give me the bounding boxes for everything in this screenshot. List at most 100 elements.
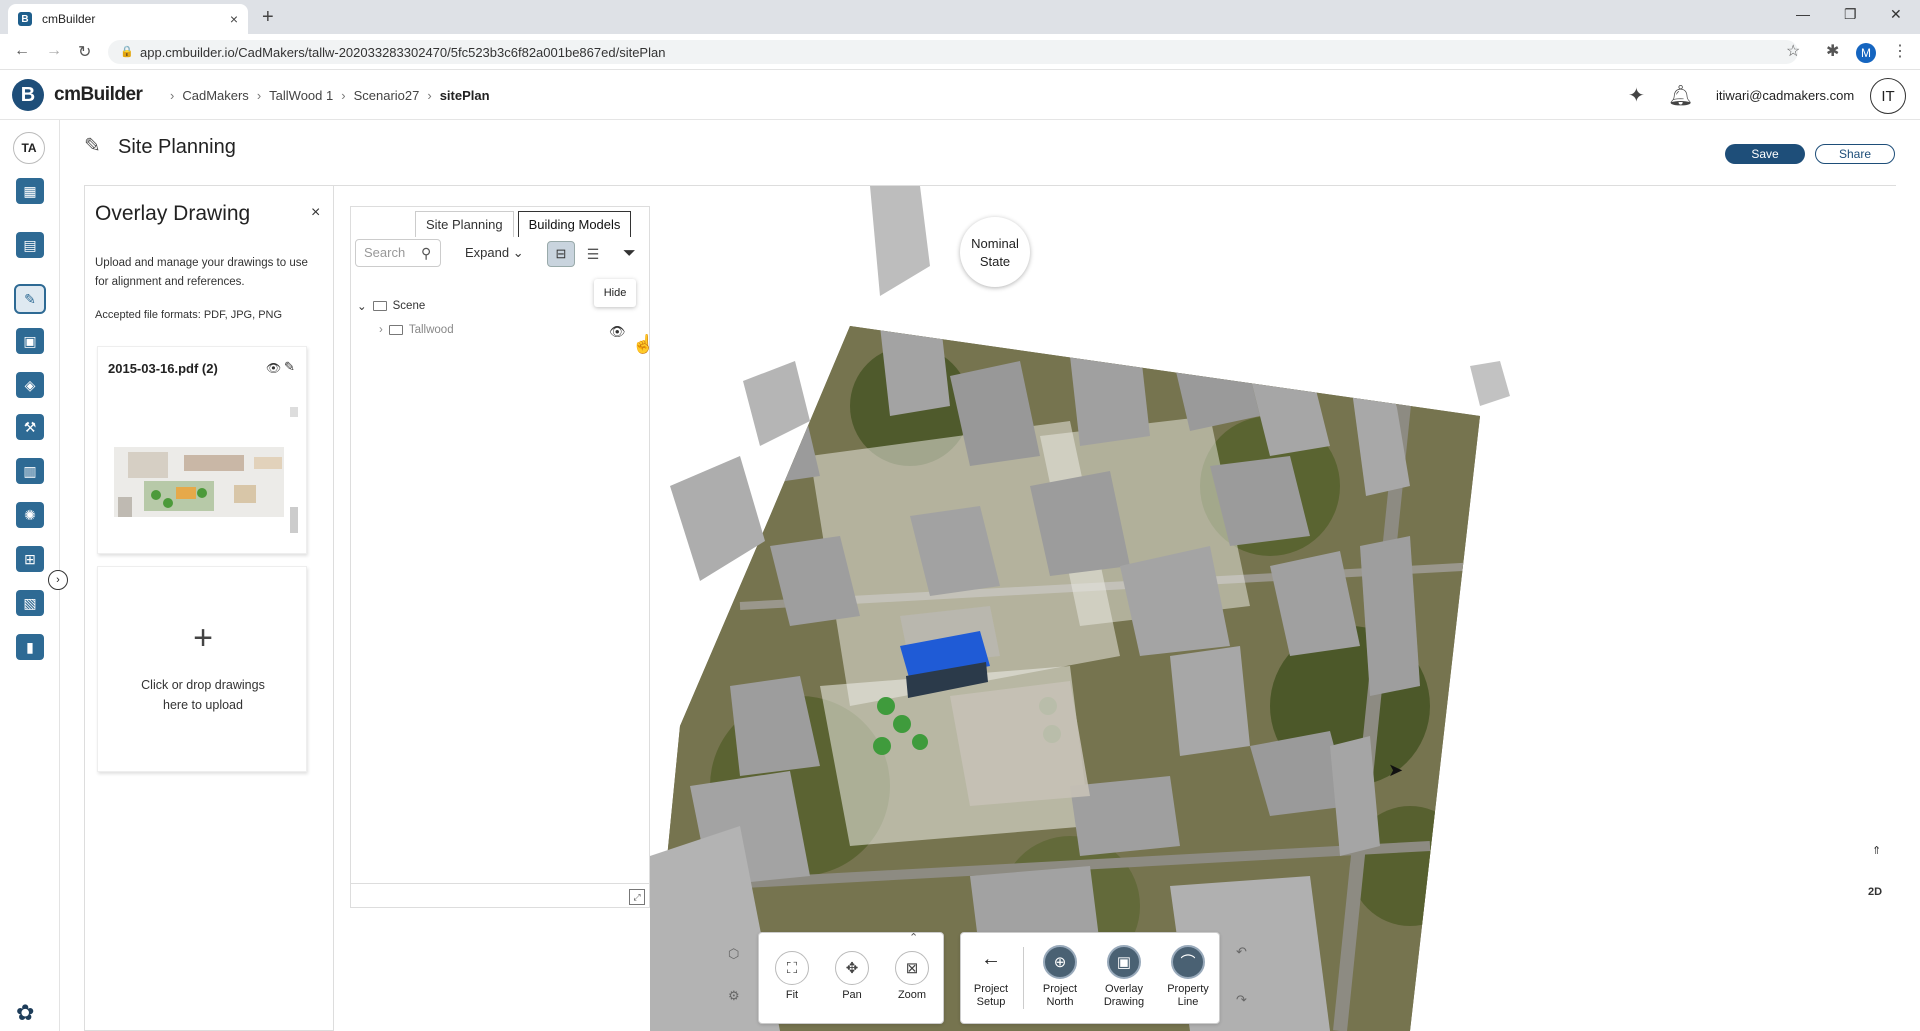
tools-icon[interactable]: ⚒ [16, 414, 44, 440]
collapse-up-icon[interactable]: ⌃ [909, 931, 918, 944]
hand-cursor-icon: ☝ [632, 334, 655, 354]
3d-cube-icon[interactable]: ⬡ [728, 946, 739, 962]
filter-icon[interactable]: ⏷ [623, 245, 636, 263]
window-close-icon[interactable]: ✕ [1890, 6, 1902, 23]
nominal-line1: Nominal [971, 236, 1019, 251]
north-compass-icon[interactable]: ⇑ [1872, 844, 1881, 857]
upload-instructions: Click or drop drawings here to upload [98, 675, 308, 715]
breadcrumb-separator-icon: › [341, 88, 346, 103]
collapse-chevron-icon[interactable]: ⌄ [357, 299, 367, 313]
project-north-button[interactable]: ⊕ Project North [1031, 945, 1089, 1009]
panel-footer-divider [351, 883, 649, 884]
upload-text-line2: here to upload [163, 698, 243, 712]
back-icon[interactable]: ← [14, 42, 30, 60]
overlay-drawing-panel: Overlay Drawing × Upload and manage your… [84, 186, 334, 1031]
upload-plus-icon: + [193, 619, 213, 657]
reports-icon[interactable]: ▧ [16, 590, 44, 616]
tree-label: Tallwood [408, 324, 454, 336]
upload-dropzone[interactable]: + Click or drop drawings here to upload [97, 566, 307, 772]
site-planning-icon[interactable]: ✎ [14, 284, 46, 314]
lock-icon: 🔒 [120, 46, 134, 58]
expand-dropdown[interactable]: Expand ⌄ [465, 245, 524, 261]
folder-icon [388, 325, 403, 335]
announcements-icon[interactable]: ✦ [1628, 83, 1645, 108]
redo-icon[interactable]: ↷ [1236, 992, 1247, 1008]
edit-pencil-icon[interactable]: ✎ [284, 359, 295, 375]
aerial-site-map[interactable] [650, 186, 1896, 1031]
tree-view-icon[interactable]: ⊟ [547, 241, 575, 267]
tool-label-line1: Overlay [1105, 983, 1143, 995]
accepted-formats: Accepted file formats: PDF, JPG, PNG [95, 309, 283, 321]
cmbuilder-favicon-icon: B [18, 12, 32, 26]
extensions-icon[interactable]: ✱ [1826, 41, 1839, 61]
layers-icon[interactable]: ◈ [16, 372, 44, 398]
rail-expand-icon[interactable]: › [48, 570, 68, 590]
breadcrumb-item[interactable]: TallWood 1 [269, 88, 333, 103]
new-tab-button[interactable]: + [262, 6, 274, 29]
save-button[interactable]: Save [1725, 144, 1805, 164]
close-panel-icon[interactable]: × [311, 204, 320, 222]
documents-icon[interactable]: ▥ [16, 458, 44, 484]
panel-description: Upload and manage your drawings to use f… [95, 257, 308, 288]
expand-chevron-icon[interactable]: › [379, 324, 383, 336]
project-tool-group: ← Project Setup ⊕ Project North ▣ Overla… [960, 932, 1220, 1024]
files-icon[interactable]: ▮ [16, 634, 44, 660]
tab-building-models[interactable]: Building Models [517, 211, 632, 237]
fit-tool[interactable]: ⛶ Fit [767, 951, 817, 1002]
cmbuilder-logo-icon[interactable]: B [12, 79, 44, 111]
overlay-drawing-button[interactable]: ▣ Overlay Drawing [1095, 945, 1153, 1009]
url-field[interactable]: 🔒 app.cmbuilder.io/CadMakers/tallw-20203… [108, 40, 1798, 64]
browser-profile-avatar[interactable]: M [1856, 43, 1876, 63]
visibility-eye-icon[interactable]: 👁︎ [609, 324, 626, 340]
dashboard-icon[interactable]: ▤ [16, 232, 44, 258]
tab-close-icon[interactable]: × [230, 11, 238, 27]
undo-icon[interactable]: ↶ [1236, 944, 1247, 960]
pan-icon: ✥ [835, 951, 869, 985]
forward-icon[interactable]: → [46, 42, 62, 60]
tree-node-tallwood[interactable]: › Tallwood [379, 324, 454, 336]
nominal-line2: State [979, 254, 1011, 269]
restore-icon[interactable]: ❐ [1844, 6, 1857, 23]
apps-grid-icon[interactable]: ✿ [16, 1000, 34, 1026]
overlay-icon: ▣ [1107, 945, 1141, 979]
pan-tool[interactable]: ✥ Pan [827, 951, 877, 1002]
user-email[interactable]: itiwari@cadmakers.com [1716, 88, 1854, 103]
view-mode-toggle[interactable]: 2D [1868, 886, 1882, 898]
minimize-icon[interactable]: — [1796, 6, 1810, 22]
fullscreen-icon[interactable]: ⤢ [629, 889, 645, 905]
property-line-button[interactable]: ⌒ Property Line [1159, 945, 1217, 1009]
breadcrumb-item[interactable]: Scenario27 [354, 88, 420, 103]
tree-node-scene[interactable]: ⌄ Scene [357, 299, 425, 313]
schedule-icon[interactable]: ▣ [16, 328, 44, 354]
settings-icon[interactable]: ✺ [16, 502, 44, 528]
list-view-icon[interactable]: ☰ [579, 241, 607, 267]
browser-tab[interactable]: B cmBuilder × [8, 4, 248, 34]
team-avatar[interactable]: TA [13, 132, 45, 164]
search-icon[interactable]: ⚲ [421, 245, 431, 262]
notifications-bell-icon[interactable]: 🔔︎ [1668, 83, 1693, 108]
upload-text-line1: Click or drop drawings [141, 678, 265, 692]
hierarchy-icon[interactable]: ⊞ [16, 546, 44, 572]
tool-label: Zoom [897, 989, 927, 1001]
project-setup-button[interactable]: ← Project Setup [965, 948, 1017, 1009]
logo-text[interactable]: cmBuilder [54, 84, 143, 106]
tab-site-planning[interactable]: Site Planning [415, 211, 514, 237]
back-arrow-icon: ← [981, 948, 1001, 970]
share-button[interactable]: Share [1815, 144, 1895, 164]
visibility-eye-icon[interactable]: 👁︎ [266, 361, 281, 375]
tool-label-line2: Drawing [1103, 996, 1145, 1008]
reload-icon[interactable]: ↻ [78, 42, 91, 62]
zoom-tool[interactable]: ⊠ Zoom [887, 951, 937, 1002]
map-viewport[interactable]: Nominal State ⇑ 2D [650, 186, 1896, 1031]
analytics-icon[interactable]: ▦ [16, 178, 44, 204]
browser-menu-icon[interactable]: ⋮ [1892, 41, 1908, 61]
drawing-card[interactable]: 2015-03-16.pdf (2) 👁︎ ✎ [97, 346, 307, 554]
bookmark-star-icon[interactable]: ☆ [1786, 41, 1800, 61]
user-avatar[interactable]: IT [1870, 78, 1906, 114]
url-text: app.cmbuilder.io/CadMakers/tallw-2020332… [140, 44, 666, 60]
breadcrumb-separator-icon: › [256, 88, 262, 103]
settings-gear-icon[interactable]: ⚙ [728, 988, 740, 1004]
breadcrumb-item[interactable]: CadMakers [182, 88, 248, 103]
nominal-state-badge[interactable]: Nominal State [960, 217, 1030, 287]
panel-title: Overlay Drawing [95, 202, 251, 225]
